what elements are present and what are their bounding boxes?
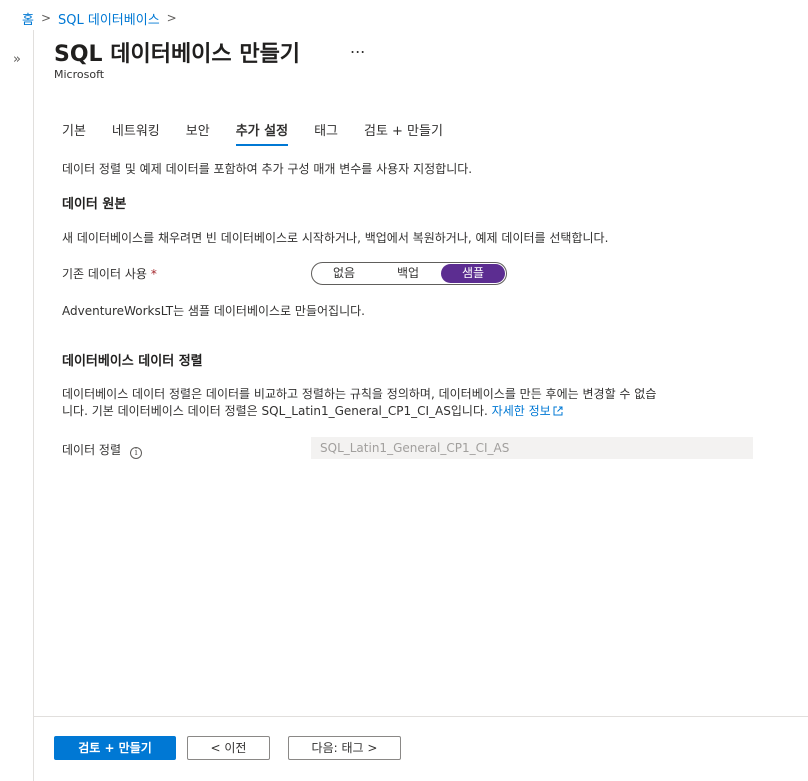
tab-security[interactable]: 보안 bbox=[186, 120, 210, 146]
learn-more-link[interactable]: 자세한 정보 bbox=[492, 404, 551, 418]
more-options-button[interactable]: ... bbox=[350, 38, 365, 57]
next-tags-button[interactable]: 다음: 태그 > bbox=[288, 736, 401, 760]
expand-menu-icon[interactable]: » bbox=[9, 52, 25, 68]
tab-basics[interactable]: 기본 bbox=[62, 120, 86, 146]
option-backup[interactable]: 백업 bbox=[376, 263, 440, 284]
page-subtitle: Microsoft bbox=[54, 68, 105, 81]
data-source-heading: 데이터 원본 bbox=[62, 197, 127, 212]
collation-input[interactable]: SQL_Latin1_General_CP1_CI_AS bbox=[311, 437, 753, 459]
collation-description: 데이터베이스 데이터 정렬은 데이터를 비교하고 정렬하는 규칙을 정의하며, … bbox=[62, 386, 752, 420]
collation-description-line2-wrap: 니다. 기본 데이터베이스 데이터 정렬은 SQL_Latin1_General… bbox=[62, 403, 752, 420]
tab-review-create[interactable]: 검토 + 만들기 bbox=[364, 120, 443, 146]
sample-note: AdventureWorksLT는 샘플 데이터베이스로 만들어집니다. bbox=[62, 304, 365, 318]
info-icon[interactable]: i bbox=[130, 447, 143, 459]
tab-bar: 기본 네트워킹 보안 추가 설정 태그 검토 + 만들기 bbox=[62, 120, 469, 148]
collation-description-line2: 니다. 기본 데이터베이스 데이터 정렬은 SQL_Latin1_General… bbox=[62, 404, 488, 418]
use-existing-data-label-text: 기존 데이터 사용 bbox=[62, 267, 147, 281]
option-none[interactable]: 없음 bbox=[312, 263, 376, 284]
breadcrumb-separator: > bbox=[40, 11, 52, 25]
left-rail: » bbox=[0, 30, 34, 781]
data-source-description: 새 데이터베이스를 채우려면 빈 데이터베이스로 시작하거나, 백업에서 복원하… bbox=[62, 231, 609, 245]
tab-additional-settings[interactable]: 추가 설정 bbox=[235, 120, 289, 146]
previous-button[interactable]: < 이전 bbox=[187, 736, 270, 760]
tab-networking[interactable]: 네트워킹 bbox=[112, 120, 160, 146]
breadcrumb-home[interactable]: 홈 bbox=[22, 9, 34, 28]
external-link-icon bbox=[553, 406, 563, 416]
collation-label-text: 데이터 정렬 bbox=[62, 443, 122, 457]
collation-description-line1: 데이터베이스 데이터 정렬은 데이터를 비교하고 정렬하는 규칙을 정의하며, … bbox=[62, 387, 657, 401]
option-sample[interactable]: 샘플 bbox=[441, 264, 505, 283]
use-existing-data-label: 기존 데이터 사용 * bbox=[62, 265, 157, 282]
collation-heading: 데이터베이스 데이터 정렬 bbox=[62, 354, 203, 369]
use-existing-data-toggle: 없음 백업 샘플 bbox=[311, 262, 507, 285]
breadcrumb: 홈 > SQL 데이터베이스 > bbox=[22, 9, 184, 28]
breadcrumb-separator: > bbox=[166, 11, 177, 25]
review-create-button[interactable]: 검토 + 만들기 bbox=[54, 736, 176, 760]
intro-text: 데이터 정렬 및 예제 데이터를 포함하여 추가 구성 매개 변수를 사용자 지… bbox=[62, 162, 473, 176]
collation-label: 데이터 정렬 i bbox=[62, 441, 143, 459]
tab-tags[interactable]: 태그 bbox=[314, 120, 338, 146]
page-title: SQL 데이터베이스 만들기 bbox=[54, 42, 301, 67]
required-marker: * bbox=[150, 267, 157, 281]
breadcrumb-sql-databases[interactable]: SQL 데이터베이스 bbox=[58, 9, 160, 28]
